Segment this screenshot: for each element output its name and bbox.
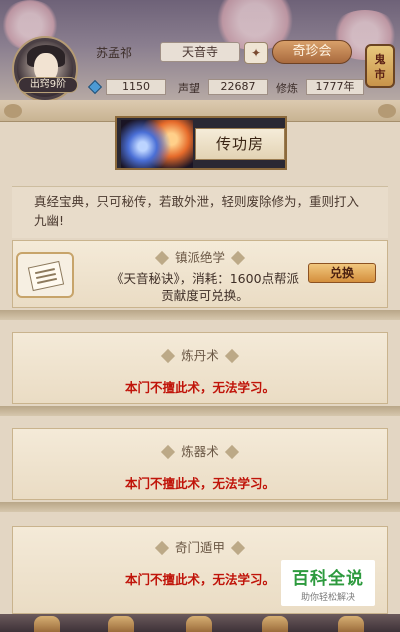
nav-button[interactable] — [338, 616, 364, 632]
gem-count: 1150 — [106, 79, 166, 95]
nav-button[interactable] — [34, 616, 60, 632]
watermark-logo: 百科全说 助你轻松解决 — [281, 560, 375, 606]
reputation-label: 声望 — [178, 82, 200, 95]
nav-button[interactable] — [262, 616, 288, 632]
ghost-market-button[interactable]: 鬼市 — [365, 44, 395, 88]
section-title: 炼器术 — [13, 441, 387, 460]
watermark-title: 百科全说 — [292, 569, 364, 589]
section-title: 奇门遁甲 — [13, 537, 387, 556]
intro-text: 真经宝典，只可秘传，若敢外泄，轻则废除修为，重则打入九幽! — [12, 186, 388, 238]
fan-icon[interactable]: ✦ — [244, 42, 268, 64]
player-name: 苏孟祁 — [96, 46, 133, 60]
nav-button[interactable] — [186, 616, 212, 632]
locked-message: 本门不擅此术，无法学习。 — [124, 380, 275, 395]
locked-message: 本门不擅此术，无法学习。 — [124, 476, 275, 491]
divider — [0, 310, 400, 320]
cultivation-label: 修炼 — [276, 82, 298, 95]
cultivation-value: 1777年 — [306, 79, 364, 95]
watermark-subtitle: 助你轻松解决 — [300, 593, 355, 603]
bottom-nav-bar — [0, 614, 400, 632]
rank-badge: 出窍9阶 — [18, 77, 78, 93]
qizhen-button[interactable]: 奇珍会 — [272, 40, 352, 64]
ghost-market-label: 鬼市 — [374, 53, 386, 81]
scroll-book-icon[interactable] — [16, 252, 74, 298]
nav-button[interactable] — [108, 616, 134, 632]
banner-title: 传功房 — [195, 128, 285, 160]
banner: 传功房 — [115, 116, 287, 170]
section-forging: 炼器术 本门不擅此术，无法学习。 — [12, 428, 388, 500]
exchange-button[interactable]: 兑换 — [308, 263, 376, 283]
divider — [0, 502, 400, 512]
section-title: 炼丹术 — [13, 345, 387, 364]
exchange-description: 《天音秘诀》，消耗：1600点帮派贡献度可兑换。 — [110, 271, 300, 303]
sect-name: 天音寺 — [160, 42, 240, 62]
yin-yang-swirl-image — [121, 120, 193, 168]
section-alchemy: 炼丹术 本门不擅此术，无法学习。 — [12, 332, 388, 404]
divider — [0, 406, 400, 416]
reputation-value: 22687 — [208, 79, 268, 95]
